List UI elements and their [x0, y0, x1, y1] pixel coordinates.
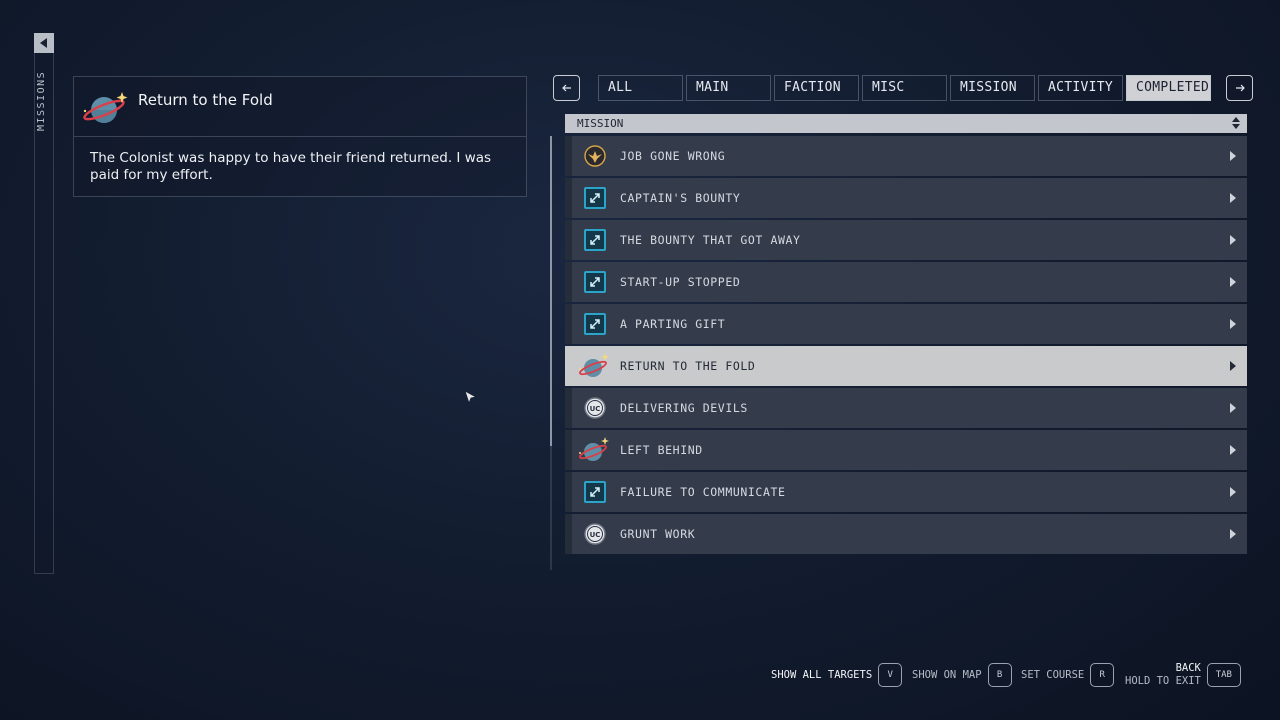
row-strip [565, 304, 572, 344]
key-r: R [1090, 663, 1115, 687]
tab-all[interactable]: ALL [598, 75, 683, 101]
scrollbar-thumb[interactable] [550, 136, 552, 446]
mission-row-job-gone-wrong[interactable]: JOB GONE WRONG [565, 136, 1247, 176]
svg-text:UC: UC [590, 405, 601, 413]
bounty-board-icon [584, 229, 606, 251]
mission-description: The Colonist was happy to have their fri… [90, 150, 492, 183]
mission-detail-card: Return to the Fold The Colonist was happ… [73, 76, 527, 197]
chevron-right-icon [1230, 235, 1236, 245]
mission-row-left-behind[interactable]: LEFT BEHIND [565, 430, 1247, 470]
mission-row-grunt-work[interactable]: UC GRUNT WORK [565, 514, 1247, 554]
ringed-planet-icon [579, 437, 609, 461]
uc-emblem-icon: UC [584, 523, 606, 545]
back-hint[interactable]: BACK HOLD TO EXIT TAB [1125, 662, 1241, 688]
mission-row-label: THE BOUNTY THAT GOT AWAY [620, 233, 801, 247]
row-strip [565, 220, 572, 260]
mission-row-label: FAILURE TO COMMUNICATE [620, 485, 786, 499]
set-course-label: SET COURSE [1021, 669, 1085, 681]
chevron-right-icon [1230, 277, 1236, 287]
mission-row-label: DELIVERING DEVILS [620, 401, 748, 415]
collapse-panel-button[interactable] [34, 33, 54, 53]
eagle-emblem-icon [584, 145, 606, 167]
row-strip [565, 430, 572, 470]
hold-to-exit-label: HOLD TO EXIT [1125, 675, 1201, 687]
arrow-left-icon [561, 84, 571, 92]
svg-text:UC: UC [590, 531, 601, 539]
triangle-left-icon [40, 38, 47, 48]
key-b: B [987, 663, 1012, 687]
back-label: BACK [1175, 662, 1201, 674]
mission-row-label: JOB GONE WRONG [620, 149, 726, 163]
mission-title: Return to the Fold [138, 91, 273, 109]
chevron-right-icon [1230, 319, 1236, 329]
chevron-right-icon [1230, 193, 1236, 203]
mission-row-return-to-the-fold[interactable]: RETURN TO THE FOLD [565, 346, 1247, 386]
bounty-board-icon [584, 481, 606, 503]
chevron-right-icon [1230, 529, 1236, 539]
mouse-cursor-icon [464, 390, 478, 404]
mission-row-label: CAPTAIN'S BOUNTY [620, 191, 741, 205]
row-strip [565, 514, 572, 554]
row-strip [565, 388, 572, 428]
tab-prev-button[interactable] [553, 75, 580, 101]
mission-row-label: A PARTING GIFT [620, 317, 726, 331]
key-tab: TAB [1206, 663, 1241, 687]
mission-row-delivering-devils[interactable]: UC DELIVERING DEVILS [565, 388, 1247, 428]
tab-faction[interactable]: FACTION [774, 75, 859, 101]
back-labels: BACK HOLD TO EXIT [1125, 662, 1201, 688]
chevron-right-icon [1230, 445, 1236, 455]
bounty-board-icon [584, 271, 606, 293]
sort-icon [1232, 117, 1240, 129]
row-strip [565, 346, 572, 386]
mission-detail-header: Return to the Fold [74, 77, 526, 137]
tab-mission[interactable]: MISSION [950, 75, 1035, 101]
mission-row-failure-to-communicate[interactable]: FAILURE TO COMMUNICATE [565, 472, 1247, 512]
key-v: V [878, 663, 903, 687]
chevron-right-icon [1230, 403, 1236, 413]
arrow-right-icon [1235, 84, 1245, 92]
row-strip [565, 178, 572, 218]
tab-next-button[interactable] [1226, 75, 1253, 101]
show-on-map-hint[interactable]: SHOW ON MAP B [912, 662, 1012, 688]
tab-activity[interactable]: ACTIVITY [1038, 75, 1123, 101]
ringed-planet-icon [83, 92, 128, 123]
row-strip [565, 136, 572, 176]
chevron-right-icon [1230, 487, 1236, 497]
tab-misc[interactable]: MISC [862, 75, 947, 101]
row-strip [565, 262, 572, 302]
mission-row-start-up-stopped[interactable]: START-UP STOPPED [565, 262, 1247, 302]
uc-emblem-icon: UC [584, 397, 606, 419]
mission-row-bounty-that-got-away[interactable]: THE BOUNTY THAT GOT AWAY [565, 220, 1247, 260]
show-all-targets-hint[interactable]: SHOW ALL TARGETS V [771, 662, 903, 688]
chevron-right-icon [1230, 361, 1236, 371]
bounty-board-icon [584, 313, 606, 335]
chevron-right-icon [1230, 151, 1236, 161]
mission-row-label: GRUNT WORK [620, 527, 696, 541]
set-course-hint[interactable]: SET COURSE R [1021, 662, 1115, 688]
list-header-label: MISSION [577, 117, 624, 130]
show-all-targets-label: SHOW ALL TARGETS [771, 669, 873, 681]
row-strip [565, 472, 572, 512]
mission-row-label: RETURN TO THE FOLD [620, 359, 756, 373]
mission-row-label: LEFT BEHIND [620, 443, 703, 457]
mission-row-a-parting-gift[interactable]: A PARTING GIFT [565, 304, 1247, 344]
side-rail-label: MISSIONS [36, 70, 47, 132]
mission-row-label: START-UP STOPPED [620, 275, 741, 289]
list-sort-header[interactable]: MISSION [565, 114, 1247, 133]
show-on-map-label: SHOW ON MAP [912, 669, 982, 681]
bounty-board-icon [584, 187, 606, 209]
ringed-planet-icon [579, 353, 609, 377]
tab-main[interactable]: MAIN [686, 75, 771, 101]
mission-row-captains-bounty[interactable]: CAPTAIN'S BOUNTY [565, 178, 1247, 218]
tab-completed[interactable]: COMPLETED [1126, 75, 1211, 101]
